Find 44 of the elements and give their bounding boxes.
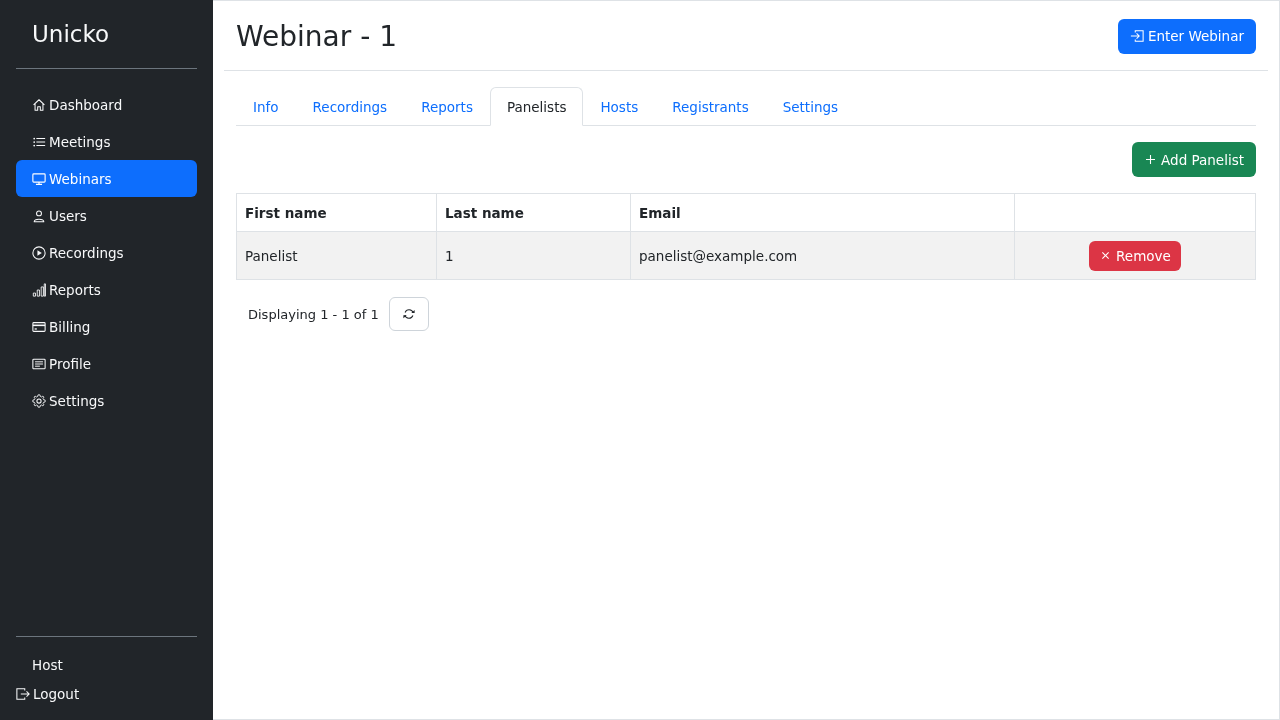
tab[interactable]: Settings	[765, 87, 856, 126]
enter-icon	[1129, 29, 1144, 43]
close-icon	[1101, 251, 1111, 260]
enter-webinar-button[interactable]: Enter Webinar	[1117, 18, 1256, 54]
tab[interactable]: Panelists	[489, 87, 584, 126]
sidebar-item[interactable]: Meetings	[16, 123, 197, 160]
page-title: Webinar - 1	[236, 18, 397, 55]
brand-name: Unicko	[31, 20, 110, 49]
tab[interactable]: Recordings	[295, 87, 405, 126]
user-name: Host	[31, 656, 63, 675]
sidebar-item[interactable]: Users	[16, 197, 197, 234]
table-cell: panelist@example.com	[630, 231, 1015, 280]
plus-icon	[1146, 155, 1156, 164]
tab[interactable]: Registrants	[655, 87, 766, 126]
bar-chart-icon	[32, 282, 46, 297]
monitor-icon	[32, 171, 46, 186]
sidebar-item[interactable]: Billing	[16, 308, 197, 345]
column-header: Email	[630, 193, 1015, 232]
logout-icon	[16, 687, 30, 701]
logout-link[interactable]: Logout	[16, 679, 80, 709]
tab[interactable]: Hosts	[583, 87, 656, 126]
credit-card-icon	[32, 319, 46, 334]
play-circle-icon	[32, 245, 46, 260]
table-cell: 1	[436, 231, 631, 280]
column-header: First name	[236, 193, 437, 232]
sidebar-item[interactable]: Settings	[16, 382, 197, 419]
sidebar-item[interactable]: Reports	[16, 271, 197, 308]
refresh-icon	[402, 308, 415, 320]
gear-icon	[32, 393, 46, 408]
house-icon	[32, 97, 46, 112]
person-icon	[32, 208, 46, 223]
sidebar-item[interactable]: Profile	[16, 345, 197, 382]
table-cell: Panelist	[236, 231, 437, 280]
tab[interactable]: Reports	[404, 87, 490, 126]
add-panelist-button[interactable]: Add Panelist	[1132, 142, 1256, 177]
card-text-icon	[32, 356, 46, 371]
refresh-button[interactable]	[388, 297, 429, 331]
tab[interactable]: Info	[236, 87, 296, 126]
pagination-summary: Displaying 1 - 1 of 1	[248, 306, 379, 322]
sidebar-item[interactable]: Webinars	[16, 160, 197, 197]
sidebar-item[interactable]: Recordings	[16, 234, 197, 271]
sidebar-item[interactable]: Dashboard	[16, 86, 197, 123]
column-header: Last name	[436, 193, 631, 232]
remove-button[interactable]: Remove	[1089, 240, 1181, 271]
